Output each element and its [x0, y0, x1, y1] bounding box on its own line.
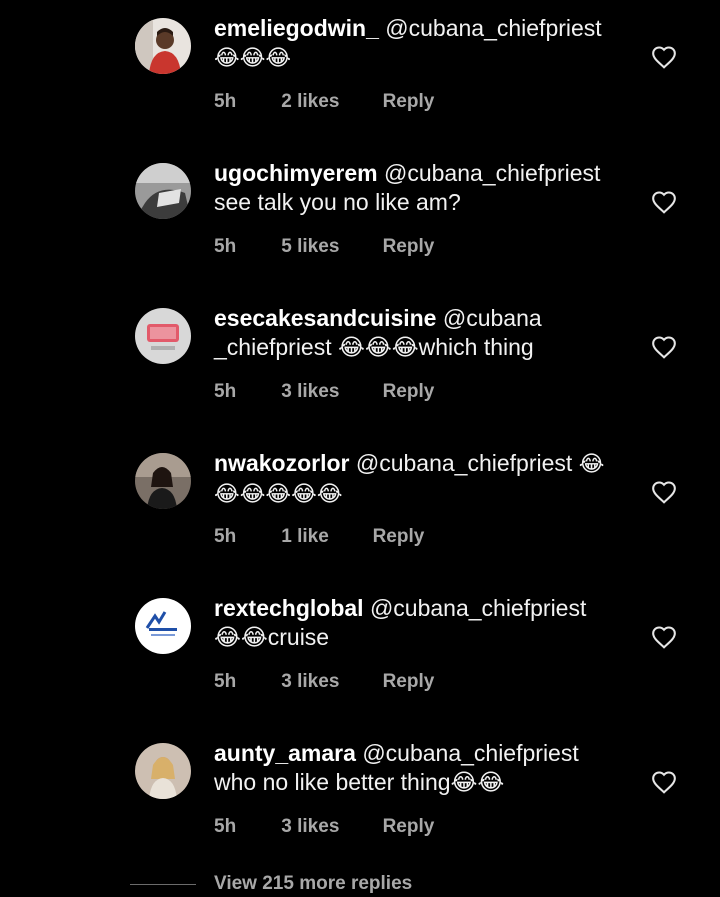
comment-mention[interactable]: @cubana_chiefpriest — [370, 595, 586, 621]
comment-body: aunty_amara @cubana_chiefpriest who no l… — [214, 739, 614, 797]
like-heart-icon[interactable] — [651, 480, 677, 504]
reply-button[interactable]: Reply — [373, 526, 425, 548]
like-heart-icon[interactable] — [651, 770, 677, 794]
reply-button[interactable]: Reply — [383, 236, 435, 258]
comment-mention[interactable]: @cubana_chiefpriest — [384, 160, 600, 186]
comment-time: 5h — [214, 236, 237, 257]
comment-body: emeliegodwin_ @cubana_chiefpriest 😂😂😂 — [214, 14, 614, 73]
comment-likes[interactable]: 5 likes — [281, 236, 377, 258]
avatar[interactable] — [135, 743, 191, 799]
comment-likes[interactable]: 1 like — [281, 526, 367, 548]
comment-text: see talk you no like am? — [214, 189, 461, 215]
comment-text: 😂😂😂which thing — [338, 334, 534, 360]
reply-button[interactable]: Reply — [383, 671, 435, 693]
avatar[interactable] — [135, 453, 191, 509]
comment-text: who no like better thing😂😂 — [214, 769, 505, 795]
avatar[interactable] — [135, 18, 191, 74]
comment-mention[interactable]: @cubana_chiefpriest — [385, 15, 601, 41]
woman-photo-avatar-icon — [135, 743, 191, 799]
comment-meta: 5h 3 likes Reply — [214, 381, 434, 403]
reply-button[interactable]: Reply — [383, 816, 435, 838]
view-more-replies[interactable]: View 215 more replies — [130, 873, 550, 897]
ese-logo-avatar-icon — [135, 308, 191, 364]
comment-username[interactable]: emeliegodwin_ — [214, 15, 379, 41]
comment-mention[interactable]: @cubana_chiefpriest — [356, 450, 572, 476]
comment-item: aunty_amara @cubana_chiefpriest who no l… — [0, 740, 720, 888]
comment-username[interactable]: esecakesandcuisine — [214, 305, 436, 331]
comment-likes[interactable]: 3 likes — [281, 381, 377, 403]
comment-thread: emeliegodwin_ @cubana_chiefpriest 😂😂😂 5h… — [0, 0, 720, 897]
comment-text: 😂😂😂 — [214, 46, 292, 71]
comment-body: ugochimyerem @cubana_chiefpriest see tal… — [214, 159, 614, 217]
comment-meta: 5h 2 likes Reply — [214, 91, 434, 113]
grayscale-photo-avatar-icon — [135, 163, 191, 219]
rextech-logo-avatar-icon — [135, 598, 191, 654]
view-more-replies-label[interactable]: View 215 more replies — [214, 873, 412, 895]
comment-likes[interactable]: 2 likes — [281, 91, 377, 113]
comment-time: 5h — [214, 91, 237, 112]
comment-text: 😂😂cruise — [214, 624, 330, 650]
comment-body: rextechglobal @cubana_chiefpriest 😂😂crui… — [214, 594, 614, 652]
comment-mention[interactable]: @cubana_chiefpriest — [362, 740, 578, 766]
comment-item: rextechglobal @cubana_chiefpriest 😂😂crui… — [0, 595, 720, 743]
comment-item: nwakozorlor @cubana_chiefpriest 😂😂😂😂😂😂 5… — [0, 450, 720, 598]
like-heart-icon[interactable] — [651, 45, 677, 69]
reply-button[interactable]: Reply — [383, 381, 435, 403]
comment-body: nwakozorlor @cubana_chiefpriest 😂😂😂😂😂😂 — [214, 449, 614, 509]
reply-button[interactable]: Reply — [383, 91, 435, 113]
comment-username[interactable]: aunty_amara — [214, 740, 356, 766]
like-heart-icon[interactable] — [651, 625, 677, 649]
comment-likes[interactable]: 3 likes — [281, 671, 377, 693]
comment-item: emeliegodwin_ @cubana_chiefpriest 😂😂😂 5h… — [0, 15, 720, 163]
like-heart-icon[interactable] — [651, 335, 677, 359]
comment-meta: 5h 1 like Reply — [214, 526, 424, 548]
comment-time: 5h — [214, 526, 237, 547]
comment-item: esecakesandcuisine @cubana _chiefpriest … — [0, 305, 720, 453]
comment-meta: 5h 3 likes Reply — [214, 671, 434, 693]
avatar[interactable] — [135, 308, 191, 364]
comment-username[interactable]: rextechglobal — [214, 595, 364, 621]
comment-body: esecakesandcuisine @cubana _chiefpriest … — [214, 304, 614, 362]
comment-meta: 5h 5 likes Reply — [214, 236, 434, 258]
like-heart-icon[interactable] — [651, 190, 677, 214]
woman-portrait-avatar-icon — [135, 453, 191, 509]
comment-username[interactable]: ugochimyerem — [214, 160, 378, 186]
comment-time: 5h — [214, 671, 237, 692]
comment-meta: 5h 3 likes Reply — [214, 816, 434, 838]
man-in-red-shirt-avatar-icon — [135, 18, 191, 74]
avatar[interactable] — [135, 598, 191, 654]
avatar[interactable] — [135, 163, 191, 219]
comment-likes[interactable]: 3 likes — [281, 816, 377, 838]
comment-time: 5h — [214, 381, 237, 402]
comment-username[interactable]: nwakozorlor — [214, 450, 349, 476]
divider — [130, 884, 196, 885]
comment-time: 5h — [214, 816, 237, 837]
comment-item: ugochimyerem @cubana_chiefpriest see tal… — [0, 160, 720, 308]
